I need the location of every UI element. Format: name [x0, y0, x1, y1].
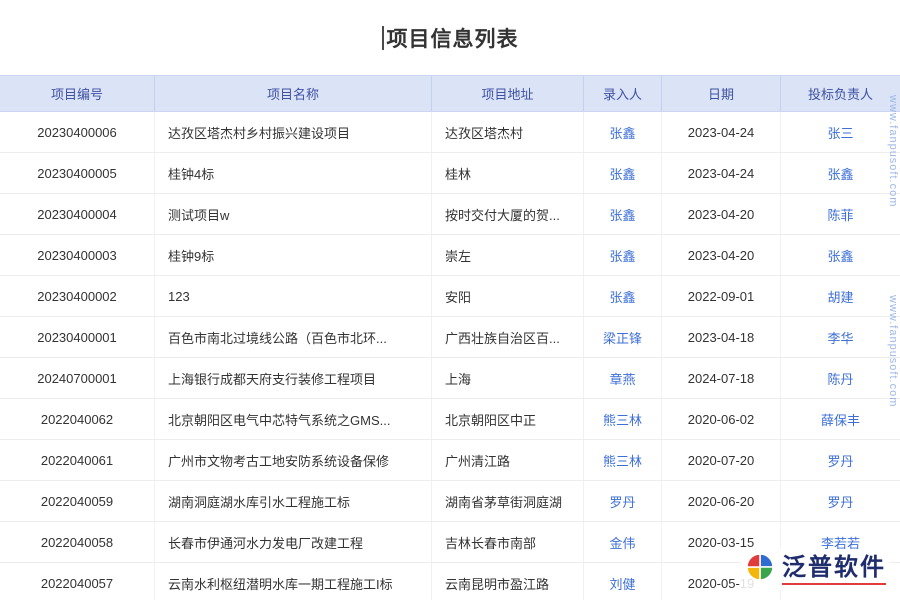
cell-date: 2020-07-20 [662, 440, 781, 480]
cell-project-id: 2022040061 [0, 440, 155, 480]
cell-entered-by-link[interactable]: 梁正锋 [584, 317, 662, 357]
cell-project-name: 百色市南北过境线公路（百色市北环... [155, 317, 432, 357]
column-header-bid-manager[interactable]: 投标负责人 [781, 76, 900, 111]
cell-bid-manager-link[interactable]: 陈丹 [781, 358, 900, 398]
cell-project-address: 云南昆明市盈江路 [432, 563, 584, 600]
table-row[interactable]: 2022040062北京朝阳区电气中芯特气系统之GMS...北京朝阳区中正熊三林… [0, 399, 900, 440]
cell-project-id: 20230400004 [0, 194, 155, 234]
cell-bid-manager-link[interactable]: 罗丹 [781, 440, 900, 480]
cell-project-address: 按时交付大厦的贺... [432, 194, 584, 234]
cell-project-name: 长春市伊通河水力发电厂改建工程 [155, 522, 432, 562]
cell-entered-by-link[interactable]: 罗丹 [584, 481, 662, 521]
cell-project-address: 崇左 [432, 235, 584, 275]
column-header-entered-by[interactable]: 录入人 [584, 76, 662, 111]
table-body: 20230400006达孜区塔杰村乡村振兴建设项目达孜区塔杰村张鑫2023-04… [0, 112, 900, 600]
column-header-project-id[interactable]: 项目编号 [0, 76, 155, 111]
cell-project-name: 上海银行成都天府支行装修工程项目 [155, 358, 432, 398]
cell-bid-manager-link[interactable]: 张鑫 [781, 235, 900, 275]
cell-project-id: 2022040057 [0, 563, 155, 600]
cell-date: 2023-04-18 [662, 317, 781, 357]
cell-project-id: 20230400003 [0, 235, 155, 275]
cell-bid-manager-link[interactable]: 张三 [781, 112, 900, 152]
cell-entered-by-link[interactable]: 张鑫 [584, 194, 662, 234]
table-row[interactable]: 20230400003桂钟9标崇左张鑫2023-04-20张鑫 [0, 235, 900, 276]
cell-project-name: 北京朝阳区电气中芯特气系统之GMS... [155, 399, 432, 439]
project-info-page: 项目信息列表 项目编号 项目名称 项目地址 录入人 日期 投标负责人 20230… [0, 0, 900, 600]
cell-project-name: 123 [155, 276, 432, 316]
cell-date: 2020-06-02 [662, 399, 781, 439]
table-row[interactable]: 20240700001上海银行成都天府支行装修工程项目上海章燕2024-07-1… [0, 358, 900, 399]
cell-project-address: 上海 [432, 358, 584, 398]
cell-entered-by-link[interactable]: 金伟 [584, 522, 662, 562]
cell-entered-by-link[interactable]: 张鑫 [584, 276, 662, 316]
cell-project-name: 云南水利枢纽潜明水库一期工程施工I标 [155, 563, 432, 600]
cell-project-id: 20230400005 [0, 153, 155, 193]
title-bar: 项目信息列表 [0, 0, 900, 75]
cell-bid-manager-link[interactable]: 陈菲 [781, 194, 900, 234]
cell-bid-manager-link[interactable]: 张鑫 [781, 153, 900, 193]
fanpu-logo-text: 泛普软件 [782, 554, 886, 585]
cell-date: 2022-09-01 [662, 276, 781, 316]
cell-entered-by-link[interactable]: 张鑫 [584, 112, 662, 152]
column-header-project-name[interactable]: 项目名称 [155, 76, 432, 111]
cell-project-id: 20230400001 [0, 317, 155, 357]
cell-project-address: 吉林长春市南部 [432, 522, 584, 562]
project-table: 项目编号 项目名称 项目地址 录入人 日期 投标负责人 20230400006达… [0, 75, 900, 600]
table-row[interactable]: 20230400005桂钟4标桂林张鑫2023-04-24张鑫 [0, 153, 900, 194]
table-row[interactable]: 20230400002123安阳张鑫2022-09-01胡建 [0, 276, 900, 317]
table-row[interactable]: 20230400006达孜区塔杰村乡村振兴建设项目达孜区塔杰村张鑫2023-04… [0, 112, 900, 153]
table-row[interactable]: 2022040059湖南洞庭湖水库引水工程施工标湖南省茅草街洞庭湖罗丹2020-… [0, 481, 900, 522]
cell-project-name: 测试项目w [155, 194, 432, 234]
cell-bid-manager-link[interactable]: 李华 [781, 317, 900, 357]
cell-project-address: 湖南省茅草街洞庭湖 [432, 481, 584, 521]
cell-project-name: 湖南洞庭湖水库引水工程施工标 [155, 481, 432, 521]
cell-entered-by-link[interactable]: 熊三林 [584, 440, 662, 480]
page-title: 项目信息列表 [387, 23, 519, 53]
cell-project-id: 20230400002 [0, 276, 155, 316]
cell-entered-by-link[interactable]: 张鑫 [584, 153, 662, 193]
table-row[interactable]: 20230400004测试项目w按时交付大厦的贺...张鑫2023-04-20陈… [0, 194, 900, 235]
table-row[interactable]: 20230400001百色市南北过境线公路（百色市北环...广西壮族自治区百..… [0, 317, 900, 358]
table-row[interactable]: 2022040061广州市文物考古工地安防系统设备保修广州清江路熊三林2020-… [0, 440, 900, 481]
column-header-date[interactable]: 日期 [662, 76, 781, 111]
cell-entered-by-link[interactable]: 熊三林 [584, 399, 662, 439]
cell-project-address: 安阳 [432, 276, 584, 316]
cell-bid-manager-link[interactable]: 胡建 [781, 276, 900, 316]
cell-entered-by-link[interactable]: 张鑫 [584, 235, 662, 275]
cell-project-id: 2022040058 [0, 522, 155, 562]
cell-project-address: 广州清江路 [432, 440, 584, 480]
cell-project-id: 2022040062 [0, 399, 155, 439]
cell-project-address: 广西壮族自治区百... [432, 317, 584, 357]
fanpu-logo: 泛普软件 [740, 549, 890, 590]
cell-project-id: 20240700001 [0, 358, 155, 398]
fanpu-logo-icon [744, 551, 776, 588]
cell-date: 2020-06-20 [662, 481, 781, 521]
cell-date: 2023-04-24 [662, 112, 781, 152]
cell-entered-by-link[interactable]: 刘健 [584, 563, 662, 600]
cell-date: 2023-04-20 [662, 235, 781, 275]
cell-project-id: 20230400006 [0, 112, 155, 152]
cell-project-id: 2022040059 [0, 481, 155, 521]
column-header-project-address[interactable]: 项目地址 [432, 76, 584, 111]
cell-bid-manager-link[interactable]: 罗丹 [781, 481, 900, 521]
text-cursor [382, 26, 384, 50]
cell-project-address: 桂林 [432, 153, 584, 193]
cell-date: 2023-04-20 [662, 194, 781, 234]
table-header: 项目编号 项目名称 项目地址 录入人 日期 投标负责人 [0, 75, 900, 112]
cell-date: 2024-07-18 [662, 358, 781, 398]
cell-project-name: 桂钟9标 [155, 235, 432, 275]
cell-project-name: 达孜区塔杰村乡村振兴建设项目 [155, 112, 432, 152]
cell-bid-manager-link[interactable]: 薛保丰 [781, 399, 900, 439]
cell-project-name: 广州市文物考古工地安防系统设备保修 [155, 440, 432, 480]
cell-entered-by-link[interactable]: 章燕 [584, 358, 662, 398]
cell-project-name: 桂钟4标 [155, 153, 432, 193]
cell-project-address: 达孜区塔杰村 [432, 112, 584, 152]
cell-date: 2023-04-24 [662, 153, 781, 193]
cell-project-address: 北京朝阳区中正 [432, 399, 584, 439]
